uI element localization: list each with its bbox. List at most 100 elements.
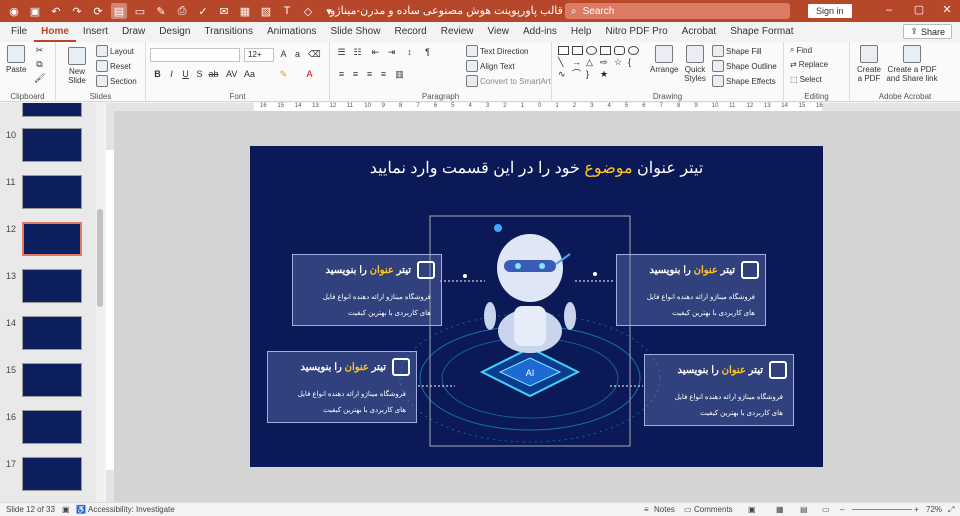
shadow-icon[interactable]: S <box>194 69 205 80</box>
slide-thumbnail[interactable] <box>22 363 82 397</box>
slide-thumbnail[interactable] <box>22 103 82 117</box>
change-case-icon[interactable]: Aa <box>244 69 255 80</box>
thumbnail-row[interactable]: 10 <box>0 128 96 173</box>
align-left-icon[interactable]: ≡ <box>336 69 347 80</box>
replace-button[interactable]: ⇄ Replace <box>790 60 828 69</box>
shape-oval-icon[interactable] <box>586 46 597 55</box>
present-icon[interactable]: ▤ <box>111 3 127 19</box>
draw-icon[interactable]: ✎ <box>153 3 169 19</box>
zoom-in-icon[interactable]: + <box>914 505 919 514</box>
tab-transitions[interactable]: Transitions <box>197 22 260 42</box>
zoom-slider[interactable] <box>852 509 912 510</box>
shape-brace-icon[interactable]: { <box>628 58 639 67</box>
fit-slide-icon[interactable]: ⤢ <box>948 505 954 515</box>
shape-arrow-icon[interactable]: ⇨ <box>600 58 611 67</box>
shapes-icon[interactable]: ◇ <box>300 3 316 19</box>
shape-curve-icon[interactable]: ⌒ <box>572 70 583 79</box>
comments-button[interactable]: Comments <box>694 505 733 514</box>
shape-line-icon[interactable]: ╲ <box>558 58 569 67</box>
tab-shape-format[interactable]: Shape Format <box>723 22 800 42</box>
normal-view-icon[interactable]: ▣ <box>748 505 756 514</box>
slide-thumbnail[interactable] <box>22 269 82 303</box>
tab-nitro-pdf-pro[interactable]: Nitro PDF Pro <box>599 22 675 42</box>
tab-record[interactable]: Record <box>387 22 433 42</box>
thumbnail-row[interactable]: 13 <box>0 269 96 314</box>
share-button[interactable]: ⇪ Share <box>903 24 952 39</box>
shape-oval-icon[interactable] <box>628 46 639 55</box>
autosave-icon[interactable]: ◉ <box>6 3 22 19</box>
grow-font-icon[interactable]: A <box>278 49 289 60</box>
line-spacing-icon[interactable]: ↕ <box>404 47 415 58</box>
reading-view-icon[interactable]: ▤ <box>800 505 808 514</box>
feature-card-top-right[interactable]: تیتر عنوان را بنویسید فروشگاه میناژو ارا… <box>616 254 766 326</box>
tab-insert[interactable]: Insert <box>76 22 115 42</box>
thumbnail-row[interactable]: 14 <box>0 316 96 361</box>
tab-file[interactable]: File <box>4 22 34 42</box>
justify-icon[interactable]: ≡ <box>378 69 389 80</box>
rtl-icon[interactable]: ¶ <box>422 47 433 58</box>
bold-icon[interactable]: B <box>152 69 163 80</box>
text-icon[interactable]: T <box>279 3 295 19</box>
thumbnail-row[interactable]: 17 <box>0 457 96 502</box>
slide-thumbnail[interactable] <box>22 128 82 162</box>
notes-button[interactable]: Notes <box>654 505 675 514</box>
shape-star-icon[interactable]: ☆ <box>614 58 625 67</box>
arrange-button[interactable]: Arrange <box>650 45 678 74</box>
zoom-level[interactable]: 72% <box>926 505 942 514</box>
maximize-icon[interactable]: ▢ <box>912 3 926 17</box>
tab-view[interactable]: View <box>481 22 517 42</box>
section-button[interactable]: Section <box>96 75 137 87</box>
sign-in-button[interactable]: Sign in <box>808 4 852 18</box>
align-center-icon[interactable]: ≡ <box>350 69 361 80</box>
save-icon[interactable]: ▣ <box>27 3 43 19</box>
slide-thumbnail[interactable] <box>22 316 82 350</box>
text-direction-button[interactable]: Text Direction <box>466 45 528 57</box>
slide-thumbnail[interactable] <box>22 457 82 491</box>
select-button[interactable]: ⬚ Select <box>790 75 822 84</box>
reset-button[interactable]: Reset <box>96 60 131 72</box>
create-pdf-button[interactable]: Create a PDF <box>854 45 884 83</box>
find-button[interactable]: ⌕ Find <box>790 45 812 55</box>
copy-icon[interactable]: ⧉ <box>34 59 45 70</box>
italic-icon[interactable]: I <box>166 69 177 80</box>
zoom-out-icon[interactable]: – <box>840 505 844 514</box>
picture-icon[interactable]: ▧ <box>258 3 274 19</box>
font-color-icon[interactable]: A <box>304 69 315 80</box>
tab-animations[interactable]: Animations <box>260 22 323 42</box>
font-name-input[interactable] <box>150 48 240 62</box>
shape-rect-icon[interactable] <box>600 46 611 55</box>
print-icon[interactable]: ⎙ <box>174 3 190 19</box>
shape-arrow-icon[interactable]: → <box>572 58 583 67</box>
create-share-button[interactable]: Create a PDF and Share link <box>886 45 938 83</box>
columns-icon[interactable]: ▥ <box>394 69 405 80</box>
slideshow-icon[interactable]: ▭ <box>132 3 148 19</box>
cut-icon[interactable]: ✂ <box>34 45 45 56</box>
numbering-icon[interactable]: ☷ <box>352 47 363 58</box>
bullets-icon[interactable]: ☰ <box>336 47 347 58</box>
search-box[interactable]: ⌕ Search <box>565 3 790 19</box>
thumbnail-row[interactable]: 15 <box>0 363 96 408</box>
selected-slide-thumbnail[interactable] <box>22 222 82 256</box>
highlight-icon[interactable]: ✎ <box>278 69 289 80</box>
slide-title[interactable]: تیتر عنوان موضوع خود را در این قسمت وارد… <box>250 158 823 178</box>
thumbnail-row[interactable]: 11 <box>0 175 96 220</box>
convert-smartart-button[interactable]: Convert to SmartArt <box>466 75 551 87</box>
minimize-icon[interactable]: – <box>882 3 896 17</box>
slide-thumbnail[interactable] <box>22 175 82 209</box>
slide-thumbnail[interactable] <box>22 410 82 444</box>
tab-acrobat[interactable]: Acrobat <box>675 22 723 42</box>
layout-button[interactable]: Layout <box>96 45 134 57</box>
restart-icon[interactable]: ⟳ <box>90 3 106 19</box>
shape-triangle-icon[interactable]: △ <box>586 58 597 67</box>
accessibility-status[interactable]: Accessibility: Investigate <box>88 505 175 514</box>
email-icon[interactable]: ✉ <box>216 3 232 19</box>
spacing-icon[interactable]: AV <box>226 69 237 80</box>
accessibility-icon[interactable]: ♿ <box>76 505 86 514</box>
table-icon[interactable]: ▦ <box>237 3 253 19</box>
tab-draw[interactable]: Draw <box>115 22 152 42</box>
align-right-icon[interactable]: ≡ <box>364 69 375 80</box>
shape-effects-button[interactable]: Shape Effects <box>712 75 776 87</box>
thumbnail-scrollbar[interactable] <box>96 103 104 502</box>
slideshow-view-icon[interactable]: ▭ <box>822 505 830 514</box>
tab-home[interactable]: Home <box>34 22 76 42</box>
